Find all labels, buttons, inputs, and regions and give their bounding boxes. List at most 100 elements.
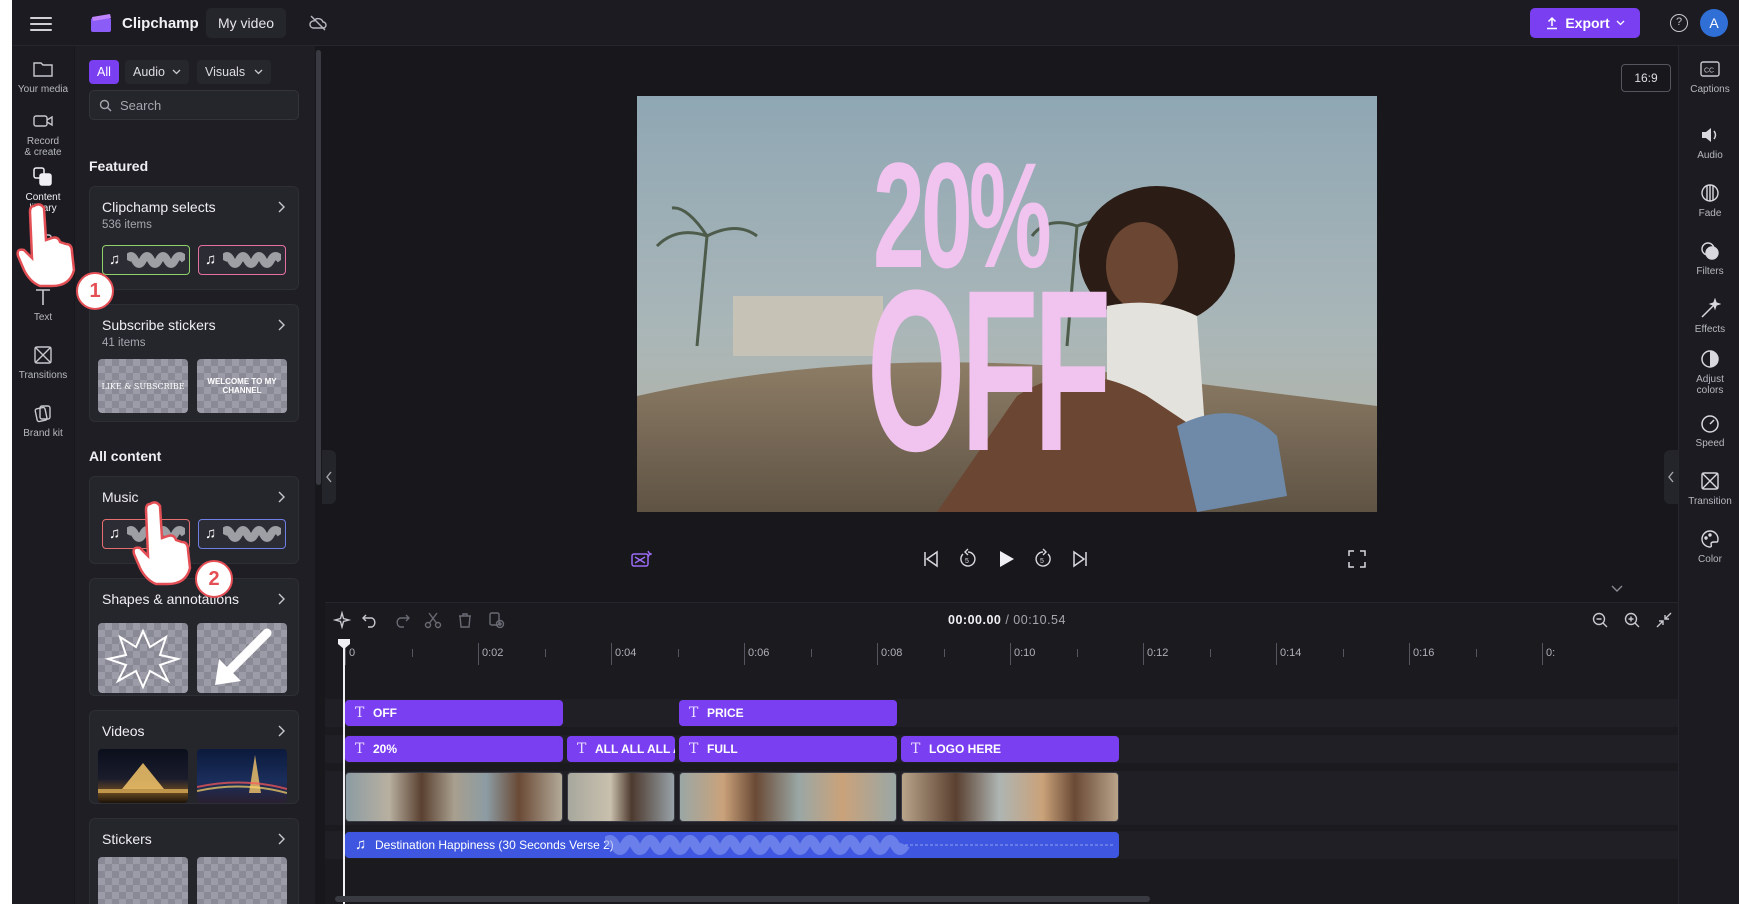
clipchamp-logo-icon	[91, 14, 111, 32]
audio-thumbnail[interactable]: ♫	[102, 245, 190, 275]
chevron-right-icon	[278, 725, 285, 737]
video-thumbnail[interactable]	[98, 749, 188, 803]
audio-thumbnail[interactable]: ♫	[198, 519, 286, 549]
left-nav: Your media Record & create Content libra…	[12, 46, 74, 904]
fullscreen-icon[interactable]	[1346, 548, 1368, 570]
stickers-card[interactable]: Stickers	[89, 818, 299, 904]
zoom-out-icon[interactable]	[1591, 611, 1609, 629]
ruler-minor-tick	[411, 649, 413, 657]
timeline-scrollbar[interactable]	[335, 896, 1150, 902]
subscribe-stickers-card[interactable]: Subscribe stickers 41 items LIKE & SUBSC…	[89, 304, 299, 422]
nav-filters[interactable]: Filters	[1679, 240, 1739, 277]
playhead[interactable]	[343, 641, 345, 904]
sticker-thumbnail[interactable]: LIKE & SUBSCRIBE	[98, 359, 188, 413]
magic-camera-icon[interactable]	[630, 548, 652, 570]
project-name-field[interactable]: My video	[206, 8, 287, 38]
nav-transition[interactable]: Transition	[1679, 470, 1739, 507]
nav-label: Record & create	[24, 136, 62, 158]
nav-transitions[interactable]: Transitions	[12, 344, 74, 381]
clip-label: 20%	[373, 742, 398, 756]
nav-color[interactable]: Color	[1679, 528, 1739, 565]
avatar[interactable]: A	[1700, 9, 1728, 37]
nav-captions[interactable]: CC Captions	[1679, 58, 1739, 95]
ruler-major-tick	[744, 643, 745, 665]
shapes-annotations-card[interactable]: Shapes & annotations	[89, 578, 299, 696]
collapse-properties-button[interactable]	[1664, 450, 1678, 504]
redo-icon[interactable]	[393, 611, 411, 629]
nav-effects[interactable]: Effects	[1679, 298, 1739, 335]
play-icon[interactable]	[995, 548, 1017, 570]
nav-label: Brand kit	[23, 428, 63, 439]
videos-card[interactable]: Videos	[89, 710, 299, 804]
menu-icon[interactable]	[30, 13, 52, 33]
adjust-colors-icon	[1701, 350, 1719, 368]
nav-speed[interactable]: Speed	[1679, 412, 1739, 449]
ruler-major-tick	[1542, 643, 1543, 665]
text-clip-all[interactable]: T ALL ALL ALL A	[567, 736, 675, 762]
cloud-off-icon[interactable]	[308, 13, 328, 33]
text-clip-price[interactable]: T PRICE	[679, 700, 897, 726]
undo-icon[interactable]	[361, 611, 379, 629]
sticker-thumbnail[interactable]	[197, 857, 287, 904]
shape-thumbnail[interactable]	[98, 623, 188, 693]
ruler-minor-tick	[1342, 649, 1344, 657]
nav-label: Color	[1698, 554, 1722, 565]
time-ruler[interactable]: 0 0:02 0:04 0:06 0:08 0:10 0:12 0:14 0:16 0:	[325, 639, 1678, 677]
shape-thumbnail[interactable]	[197, 623, 287, 693]
nav-label: Effects	[1694, 324, 1726, 335]
overlay-text-off[interactable]: OFF	[867, 256, 1111, 486]
nav-fade[interactable]: Fade	[1679, 182, 1739, 219]
filter-audio-chip[interactable]: Audio	[125, 60, 189, 84]
text-clip-full[interactable]: T FULL	[679, 736, 897, 762]
nav-audio[interactable]: Audio	[1679, 124, 1739, 161]
video-clip[interactable]	[901, 772, 1119, 822]
rewind-5-icon[interactable]: 5	[957, 548, 979, 570]
video-clip[interactable]	[345, 772, 563, 822]
magic-wand-icon[interactable]	[333, 611, 351, 629]
ruler-major-tick	[1010, 643, 1011, 665]
duplicate-icon[interactable]	[487, 611, 505, 629]
arrow-shape-icon	[215, 628, 272, 685]
chevron-down-icon[interactable]	[1610, 584, 1624, 594]
audio-clip[interactable]: ♫ Destination Happiness (30 Seconds Vers…	[345, 832, 1119, 858]
top-bar: Clipchamp My video Export ? A	[12, 0, 1739, 46]
search-input[interactable]	[120, 96, 290, 114]
svg-text:CC: CC	[1704, 68, 1714, 75]
text-clip-logo[interactable]: T LOGO HERE	[901, 736, 1119, 762]
speaker-icon	[1702, 128, 1717, 142]
pointer-hand-icon	[16, 203, 76, 288]
nav-label: Your media	[17, 84, 69, 95]
nav-brand-kit[interactable]: Brand kit	[12, 402, 74, 439]
export-button[interactable]: Export	[1530, 8, 1640, 38]
nav-record-create[interactable]: Record & create	[12, 110, 74, 158]
panel-scrollbar[interactable]	[316, 50, 321, 485]
aspect-ratio-button[interactable]: 16:9	[1621, 64, 1671, 92]
fit-timeline-icon[interactable]	[1655, 611, 1673, 629]
nav-label: Transitions	[18, 370, 68, 381]
trash-icon[interactable]	[456, 611, 474, 629]
nav-your-media[interactable]: Your media	[12, 58, 74, 95]
forward-5-icon[interactable]: 5	[1032, 548, 1054, 570]
audio-thumbnail[interactable]: ♫	[198, 245, 286, 275]
zoom-in-icon[interactable]	[1623, 611, 1641, 629]
nav-text[interactable]: Text	[12, 286, 74, 323]
filter-all-chip[interactable]: All	[89, 60, 119, 84]
video-thumbnail[interactable]	[197, 749, 287, 803]
filter-visuals-label: Visuals	[205, 65, 246, 79]
ruler-major-tick	[1409, 643, 1410, 665]
skip-back-icon[interactable]	[920, 548, 942, 570]
text-clip-20[interactable]: T 20%	[345, 736, 563, 762]
text-clip-off[interactable]: T OFF	[345, 700, 563, 726]
speed-icon	[1701, 415, 1719, 433]
collapse-panel-button[interactable]	[322, 450, 336, 504]
video-clip[interactable]	[679, 772, 897, 822]
video-clip[interactable]	[567, 772, 675, 822]
sticker-thumbnail[interactable]	[98, 857, 188, 904]
clipchamp-selects-card[interactable]: Clipchamp selects 536 items ♫ ♫	[89, 186, 299, 290]
sticker-thumbnail[interactable]: WELCOME TO MY CHANNEL	[197, 359, 287, 413]
filter-visuals-chip[interactable]: Visuals	[197, 60, 271, 84]
skip-forward-icon[interactable]	[1069, 548, 1091, 570]
nav-adjust-colors[interactable]: Adjust colors	[1679, 348, 1739, 396]
scissors-icon[interactable]	[424, 611, 442, 629]
help-icon[interactable]: ?	[1670, 14, 1688, 32]
